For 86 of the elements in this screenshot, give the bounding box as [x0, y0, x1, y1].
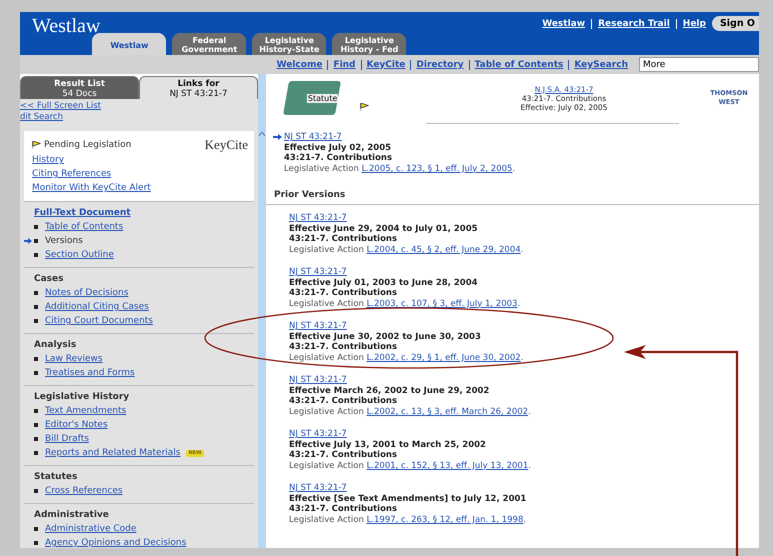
nav-tab[interactable]: Westlaw	[92, 33, 166, 55]
section-title: 43:21-7. Contributions	[289, 450, 398, 460]
panel-link[interactable]: dit Search	[20, 112, 258, 123]
legislative-action-link[interactable]: L.2002, c. 29, § 1, eff. June 30, 2002	[366, 352, 521, 362]
effective-date: Effective July 02, 2005	[284, 142, 392, 153]
section-heading: Statutes	[34, 471, 78, 484]
section-link[interactable]: Notes of Decisions	[45, 286, 128, 300]
section-link[interactable]: Citing Court Documents	[45, 314, 153, 328]
legislative-action-link[interactable]: L.1997, c. 263, § 12, eff. Jan. 1, 1998	[366, 514, 524, 524]
section-title: 43:21-7. Contributions	[284, 153, 394, 164]
nav-tab[interactable]: Legislative History - Fed	[332, 33, 406, 55]
citator-link[interactable]: Citing References	[32, 168, 248, 181]
legislative-action-link[interactable]: L.2002, c. 13, § 3, eff. March 26, 2002	[366, 406, 528, 416]
more-field[interactable]: More	[639, 57, 759, 72]
book-label: Statute	[306, 94, 338, 102]
keycite-status: Pending Legislation	[44, 140, 132, 150]
legislative-action: Legislative Action L.2002, c. 29, § 1, eff. June 30, 2002.	[289, 352, 524, 363]
section-link[interactable]: Administrative Code	[45, 522, 136, 536]
legislative-action: Legislative Action L.2001, c. 152, § 13, eff. July 13, 2001.	[289, 460, 531, 471]
section-link[interactable]: Additional Citing Cases	[45, 300, 149, 314]
section-link[interactable]: Treatises and Forms	[45, 366, 135, 380]
section-link[interactable]: Section Outline	[45, 248, 114, 262]
legislative-action-link[interactable]: L.2004, c. 45, § 2, eff. June 29, 2004	[366, 244, 521, 254]
section-heading[interactable]: Full-Text Document	[34, 207, 248, 220]
section-title: 43:21-7. Contributions	[289, 234, 398, 244]
section-heading: Legislative History	[34, 391, 130, 404]
legislative-action: Legislative Action L.2003, c. 107, § 3, eff. July 1, 2003.	[289, 298, 520, 309]
section-title: 43:21-7. Contributions	[289, 396, 398, 406]
section-link[interactable]: Bill Drafts	[45, 432, 89, 446]
nav-link[interactable]: Table of Contents	[468, 60, 568, 70]
citation-link[interactable]: NJ ST 43:21-7	[289, 267, 347, 277]
prior-versions-heading: Prior Versions	[266, 186, 759, 205]
flag-icon	[360, 102, 369, 110]
effective-date: Effective June 30, 2002 to June 30, 2003	[289, 332, 482, 342]
flag-icon	[32, 141, 41, 149]
effective-date: Effective July 01, 2003 to June 28, 2004	[289, 278, 479, 288]
section-link[interactable]: Editor's Notes	[45, 418, 108, 432]
section-title: 43:21-7. Contributions	[289, 342, 398, 352]
scroll-up-icon[interactable]	[259, 132, 265, 136]
nav-link[interactable]: Welcome	[272, 60, 328, 70]
citation-link[interactable]: NJ ST 43:21-7	[289, 213, 347, 223]
panel-tab[interactable]: Links for NJ ST 43:21-7	[139, 76, 258, 99]
citation-link[interactable]: NJ ST 43:21-7	[289, 375, 347, 385]
section-heading: Analysis	[34, 339, 78, 352]
keycite-logo: KeyCite	[204, 137, 248, 153]
effective-date: Effective June 29, 2004 to July 01, 2005	[289, 224, 479, 234]
section-link[interactable]: Reports and Related Materials	[45, 446, 180, 460]
effective-date: Effective [See Text Amendments] to July 12, 2001	[289, 494, 526, 504]
section-title: 43:21-7. Contributions	[289, 288, 398, 298]
sign-off-button[interactable]: Sign O	[712, 16, 759, 31]
top-link[interactable]: Help	[676, 18, 712, 28]
legislative-action: Legislative Action L.2005, c. 123, § 1, eff. July 2, 2005.	[284, 164, 516, 174]
legislative-action-link[interactable]: L.2005, c. 123, § 1, eff. July 2, 2005	[362, 164, 512, 174]
section-link[interactable]: Versions	[45, 234, 83, 248]
citation-link[interactable]: NJ ST 43:21-7	[289, 321, 347, 331]
section-heading: Cases	[34, 273, 64, 286]
citator-link[interactable]: Monitor With KeyCite Alert	[32, 182, 248, 195]
legislative-action: Legislative Action L.2004, c. 45, § 2, eff. June 29, 2004.	[289, 244, 524, 255]
section-title: 43:21-7. Contributions	[289, 504, 398, 514]
nav-tab[interactable]: Legislative History-State	[252, 33, 326, 55]
legislative-action-link[interactable]: L.2001, c. 152, § 13, eff. July 13, 2001	[366, 460, 528, 470]
panel-tab[interactable]: Result List 54 Docs	[20, 76, 139, 99]
arrow-icon	[273, 134, 282, 140]
nav-link[interactable]: Directory	[410, 60, 469, 70]
section-link[interactable]: Cross References	[45, 484, 123, 498]
citation-link[interactable]: NJ ST 43:21-7	[289, 429, 347, 439]
panel-link[interactable]: << Full Screen List	[20, 101, 258, 112]
section-link[interactable]: Table of Contents	[45, 220, 124, 234]
citator-link[interactable]: History	[32, 154, 248, 167]
section-heading: Administrative	[34, 509, 110, 522]
nav-link[interactable]: KeySearch	[568, 60, 633, 70]
section-link[interactable]: Text Amendments	[45, 404, 126, 418]
citation-link[interactable]: NJ ST 43:21-7	[289, 483, 347, 493]
nav-link[interactable]: Find	[327, 60, 361, 70]
effective-date: Effective July 13, 2001 to March 25, 2002	[289, 440, 487, 450]
section-link[interactable]: Agency Opinions and Decisions	[45, 536, 186, 548]
nav-link[interactable]: KeyCite	[360, 60, 410, 70]
top-link[interactable]: Westlaw	[536, 18, 592, 28]
top-link[interactable]: Research Trail	[591, 18, 676, 28]
nav-tab[interactable]: Federal Government	[172, 33, 246, 55]
legislative-action: Legislative Action L.1997, c. 263, § 12, eff. Jan. 1, 1998.	[289, 514, 526, 525]
legislative-action-link[interactable]: L.2003, c. 107, § 3, eff. July 1, 2003	[366, 298, 518, 308]
effective-date: Effective March 26, 2002 to June 29, 2002	[289, 386, 490, 396]
legislative-action: Legislative Action L.2002, c. 13, § 3, eff. March 26, 2002.	[289, 406, 531, 417]
section-link[interactable]: Law Reviews	[45, 352, 103, 366]
citation-link[interactable]: NJ ST 43:21-7	[284, 132, 342, 142]
